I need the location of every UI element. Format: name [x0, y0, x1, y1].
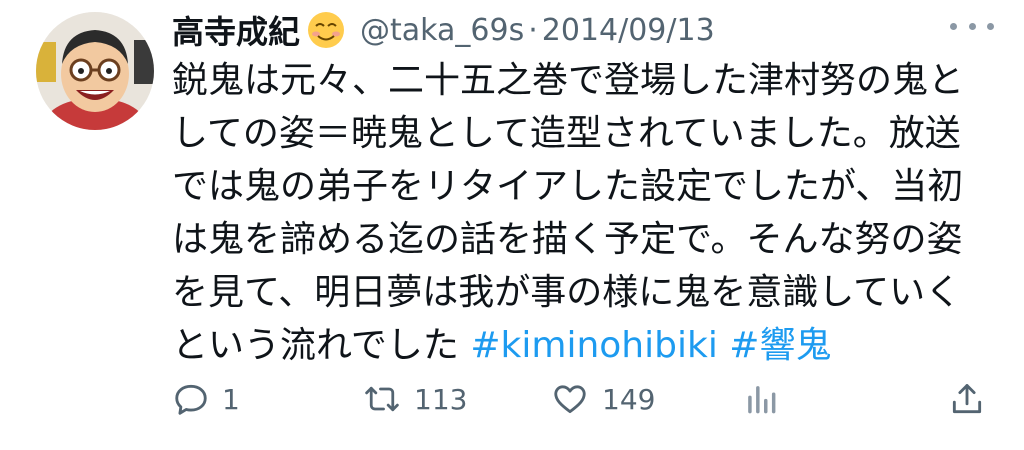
- tweet-text-line: 鋭鬼は元々、二十五之巻で登場した津村努の鬼と: [172, 60, 965, 101]
- more-options-icon[interactable]: [950, 14, 994, 38]
- display-name[interactable]: 高寺成紀: [172, 7, 300, 53]
- user-handle[interactable]: @taka_69s: [360, 13, 524, 48]
- reply-count: 1: [222, 382, 240, 416]
- retweet-button[interactable]: 113: [362, 374, 467, 424]
- views-chart-icon: [748, 386, 776, 414]
- hashtag-link[interactable]: #響鬼: [729, 325, 831, 366]
- tweet-text-line: では鬼の弟子をリタイアした設定でしたが、当初: [172, 166, 964, 207]
- cartoon-avatar-icon: [36, 12, 154, 130]
- tweet-text-line-last: という流れでした #kiminohibiki #響鬼: [172, 319, 992, 372]
- tweet-text-segment: という流れでした: [172, 325, 471, 366]
- tweet-header: 高寺成紀 @taka_69s · 2014/09/13: [172, 8, 715, 52]
- avatar[interactable]: [36, 12, 154, 130]
- share-button[interactable]: [948, 374, 986, 424]
- tweet-text-line: は鬼を諦める迄の話を描く予定で。そんな努の姿: [172, 219, 963, 260]
- smiling-face-emoji: [306, 10, 346, 50]
- more-dot: [950, 22, 957, 30]
- tweet-date[interactable]: 2014/09/13: [542, 13, 715, 48]
- tweet-text-line: を見て、明日夢は我が事の様に鬼を意識していく: [172, 272, 962, 313]
- retweet-count: 113: [414, 382, 468, 416]
- tweet-actions: 1 113 149: [172, 374, 992, 424]
- like-count: 149: [602, 382, 656, 416]
- heart-icon: [554, 385, 586, 414]
- reply-button[interactable]: 1: [172, 374, 240, 424]
- more-dot: [987, 22, 994, 30]
- retweet-icon: [365, 386, 399, 412]
- reply-icon: [175, 384, 207, 415]
- tweet-text-line: しての姿＝暁鬼として造型されていました。放送: [172, 113, 961, 154]
- hashtag-link[interactable]: #kiminohibiki: [470, 325, 717, 366]
- share-icon: [952, 384, 982, 414]
- like-button[interactable]: 149: [550, 374, 655, 424]
- more-dot: [968, 22, 976, 30]
- separator-dot: ·: [528, 12, 538, 48]
- views-button[interactable]: [742, 374, 780, 424]
- tweet-text: 鋭鬼は元々、二十五之巻で登場した津村努の鬼と しての姿＝暁鬼として造型されていま…: [172, 54, 992, 372]
